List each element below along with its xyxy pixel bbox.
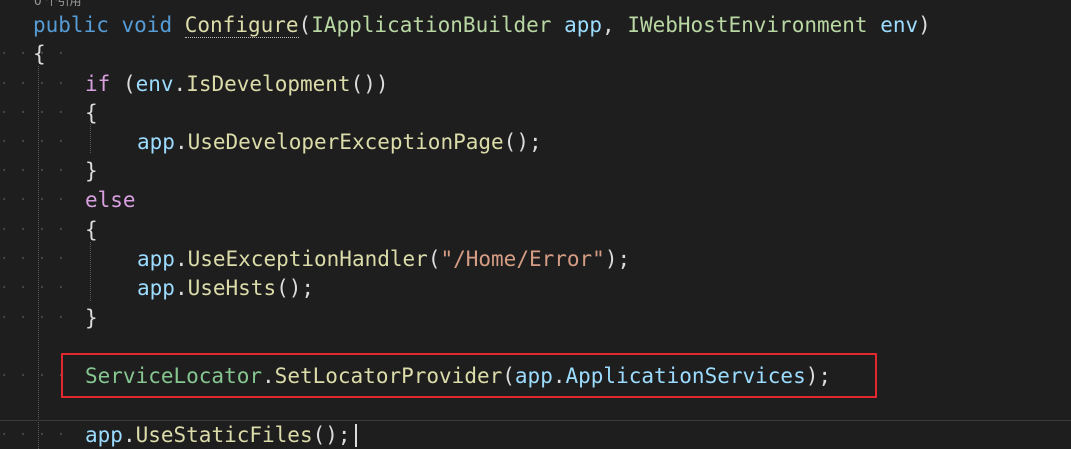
code-line-5: · · · · app.UseDeveloperExceptionPage(); bbox=[0, 128, 1071, 157]
code-line-1: public void Configure(IApplicationBuilde… bbox=[0, 11, 1071, 40]
paren: ()) bbox=[350, 72, 389, 96]
paren: ( bbox=[122, 72, 136, 96]
identifier-app: app bbox=[137, 276, 175, 300]
code-line-2: · · · · { bbox=[0, 40, 1071, 69]
code-line-13: · · · · app.UseStaticFiles(); bbox=[0, 421, 1071, 449]
dot: . bbox=[173, 72, 187, 96]
whitespace-dots: · · · · bbox=[0, 368, 67, 384]
whitespace-dots: · · · · bbox=[0, 280, 67, 296]
keyword-if: if bbox=[85, 72, 111, 96]
code-line-8: · · · · { bbox=[0, 216, 1071, 245]
param-env: env bbox=[880, 13, 919, 37]
call-tail: (); bbox=[312, 423, 351, 447]
keyword-void: void bbox=[121, 13, 173, 37]
dot: . bbox=[174, 276, 188, 300]
close-brace: } bbox=[85, 159, 98, 183]
paren: ) bbox=[918, 13, 931, 37]
whitespace-dots bbox=[0, 333, 30, 362]
paren: ( bbox=[298, 13, 312, 37]
method-isdevelopment: IsDevelopment bbox=[186, 72, 351, 96]
method-configure[interactable]: Configure bbox=[184, 13, 299, 38]
code-line-11: · · · · } bbox=[0, 304, 1071, 333]
whitespace-dots: · · · · bbox=[0, 222, 67, 238]
comma: , bbox=[602, 13, 615, 37]
code-line-9: · · · · app.UseExceptionHandler("/Home/E… bbox=[0, 245, 1071, 274]
code-line-10: · · · · app.UseHsts(); bbox=[0, 274, 1071, 303]
call-tail: (); bbox=[503, 130, 542, 154]
whitespace-dots: · · · · bbox=[0, 76, 67, 92]
whitespace-dots: · · · · bbox=[0, 134, 67, 150]
call-tail: (); bbox=[276, 276, 315, 300]
method-useexceptionhandler: UseExceptionHandler bbox=[187, 247, 428, 271]
open-brace: { bbox=[33, 42, 46, 66]
whitespace-dots: · · · · bbox=[0, 163, 67, 179]
whitespace-dots: · · · · bbox=[0, 192, 67, 208]
whitespace-dots: · · · · bbox=[0, 46, 67, 62]
code-editor[interactable]: 0 个引用 public void Configure(IApplication… bbox=[0, 0, 1071, 449]
whitespace-dots: · · · · bbox=[0, 251, 67, 267]
code-line-4: · · · · { bbox=[0, 99, 1071, 128]
keyword-else: else bbox=[85, 188, 136, 212]
type-iwebhostenvironment: IWebHostEnvironment bbox=[627, 13, 868, 37]
code-line-7: · · · · else bbox=[0, 186, 1071, 215]
open-brace: { bbox=[85, 101, 98, 125]
whitespace-dots: · · · · bbox=[0, 310, 67, 326]
open-brace: { bbox=[85, 218, 98, 242]
method-usehsts: UseHsts bbox=[187, 276, 277, 300]
whitespace-dots bbox=[0, 392, 30, 421]
codelens-references[interactable]: 0 个引用 bbox=[34, 0, 81, 8]
identifier-app: app bbox=[85, 423, 123, 447]
dot: . bbox=[122, 423, 136, 447]
string-literal: "/Home/Error" bbox=[440, 247, 605, 271]
whitespace-dots: · · · · bbox=[0, 427, 67, 443]
close-brace: } bbox=[85, 306, 98, 330]
method-usedeveloperexceptionpage: UseDeveloperExceptionPage bbox=[187, 130, 504, 154]
identifier-env: env bbox=[135, 72, 174, 96]
paren: ( bbox=[427, 247, 441, 271]
param-app: app bbox=[564, 13, 603, 37]
identifier-app: app bbox=[137, 130, 175, 154]
text-caret bbox=[355, 424, 357, 447]
identifier-app: app bbox=[137, 247, 175, 271]
call-tail: ); bbox=[604, 247, 631, 271]
method-usestaticfiles: UseStaticFiles bbox=[135, 423, 313, 447]
dot: . bbox=[174, 247, 188, 271]
whitespace-dots: · · · · bbox=[0, 105, 67, 121]
dot: . bbox=[174, 130, 188, 154]
code-line-blank bbox=[0, 392, 1071, 421]
type-iapplicationbuilder: IApplicationBuilder bbox=[311, 13, 552, 37]
code-line-3: · · · · if (env.IsDevelopment()) bbox=[0, 70, 1071, 99]
whitespace-dots bbox=[0, 11, 30, 40]
keyword-public: public bbox=[33, 13, 109, 37]
code-line-6: · · · · } bbox=[0, 157, 1071, 186]
